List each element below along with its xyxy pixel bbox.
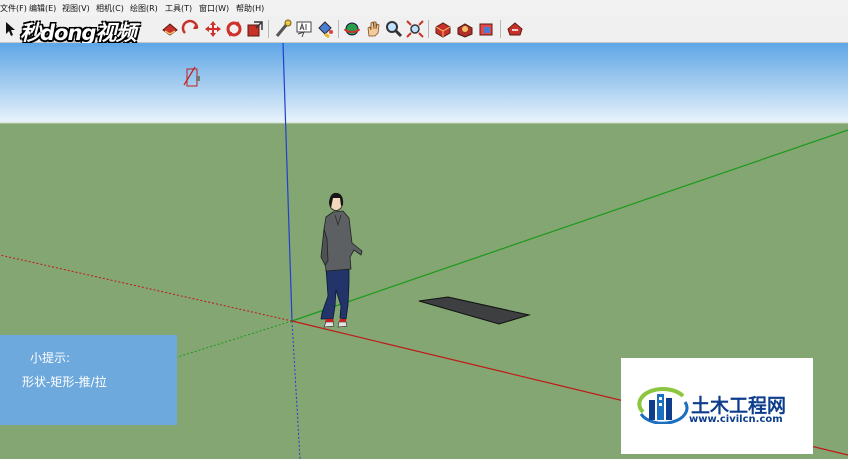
menu-help[interactable]: 帮助(H) xyxy=(236,3,264,14)
orbit-tool-icon[interactable] xyxy=(342,19,362,39)
extension-warehouse-icon[interactable] xyxy=(505,19,525,39)
sky xyxy=(0,43,848,123)
tape-measure-icon[interactable] xyxy=(273,19,293,39)
toolbar-separator xyxy=(428,20,429,38)
toolbar-separator xyxy=(500,20,501,38)
scale-icon[interactable] xyxy=(245,19,265,39)
orbit-icon[interactable] xyxy=(181,19,201,39)
tip-text: 形状-矩形-推/拉 xyxy=(22,375,107,389)
menu-bar: 文件(F) 编辑(E) 视图(V) 相机(C) 绘图(R) 工具(T) 窗口(W… xyxy=(0,0,848,16)
civilcn-logo-icon xyxy=(637,386,689,424)
watermark: 土木工程网 www.civilcn.com xyxy=(621,358,813,454)
toolbar-separator xyxy=(338,20,339,38)
menu-camera[interactable]: 相机(C) xyxy=(96,3,124,14)
paint-bucket-tool-icon[interactable] xyxy=(315,19,335,39)
menu-window[interactable]: 窗口(W) xyxy=(199,3,229,14)
menu-draw[interactable]: 绘图(R) xyxy=(130,3,158,14)
zoom-icon[interactable] xyxy=(384,19,404,39)
watermark-url: www.civilcn.com xyxy=(689,414,783,425)
menu-file[interactable]: 文件(F) xyxy=(0,3,27,14)
video-logo: 秒dong视频 xyxy=(20,21,136,45)
text-icon[interactable] xyxy=(294,19,314,39)
tip-title: 小提示: xyxy=(30,351,71,365)
menu-view[interactable]: 视图(V) xyxy=(62,3,90,14)
get-models-icon[interactable] xyxy=(433,19,453,39)
select-tool-icon[interactable] xyxy=(0,19,20,39)
tip-box: 小提示: 形状-矩形-推/拉 xyxy=(0,335,177,425)
rotate-icon[interactable] xyxy=(224,19,244,39)
menu-edit[interactable]: 编辑(E) xyxy=(29,3,56,14)
share-component-icon[interactable] xyxy=(476,19,496,39)
move-icon[interactable] xyxy=(203,19,223,39)
share-model-icon[interactable] xyxy=(455,19,475,39)
paint-bucket-icon[interactable] xyxy=(160,19,180,39)
menu-tools[interactable]: 工具(T) xyxy=(165,3,192,14)
zoom-extents-icon[interactable] xyxy=(405,19,425,39)
pan-icon[interactable] xyxy=(363,19,383,39)
toolbar-separator xyxy=(268,20,269,38)
